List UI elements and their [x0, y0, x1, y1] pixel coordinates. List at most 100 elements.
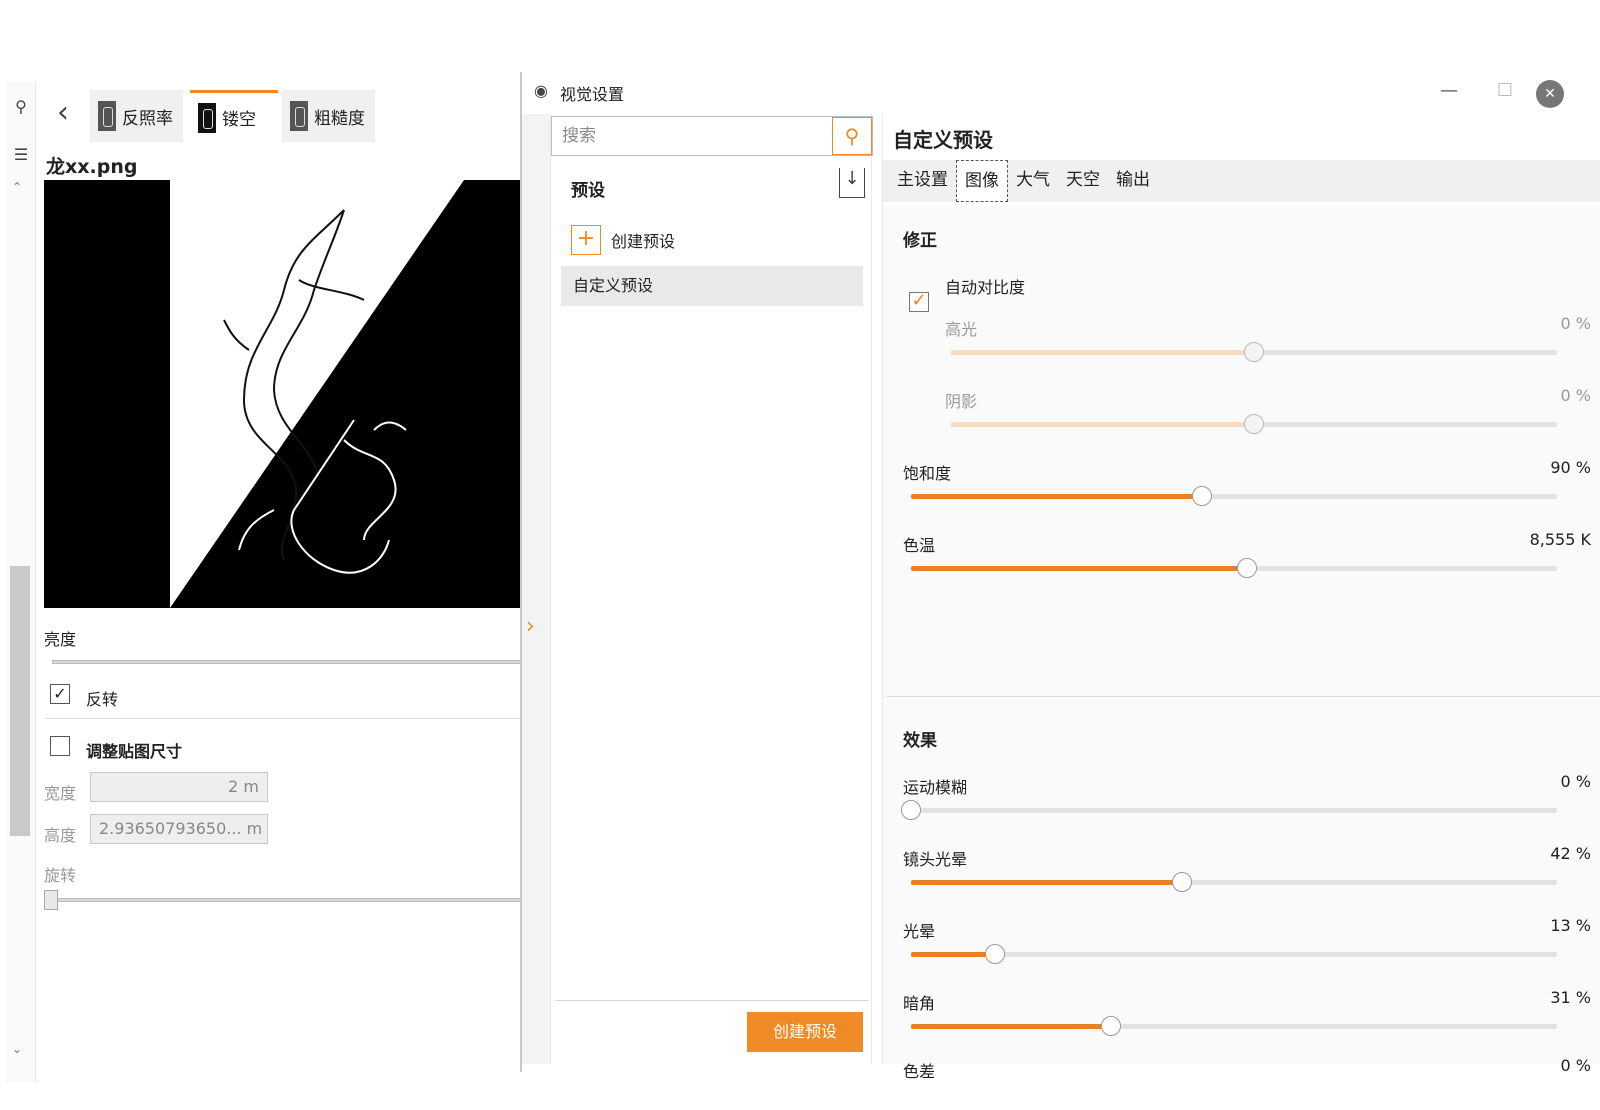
- lens-flare-slider[interactable]: [911, 872, 1557, 892]
- scrollbar-thumb[interactable]: [10, 566, 30, 836]
- chevron-right-icon[interactable]: ›: [526, 614, 535, 639]
- slider-knob[interactable]: [1244, 342, 1264, 362]
- saturation-slider[interactable]: [911, 486, 1557, 506]
- saturation-label: 饱和度: [903, 464, 952, 483]
- slider-fill: [911, 880, 1183, 885]
- title-bar: ◉ 视觉设置 — ☐ ✕: [522, 72, 1600, 110]
- correction-heading: 修正: [903, 231, 937, 251]
- maximize-button[interactable]: ☐: [1490, 78, 1520, 104]
- search-input[interactable]: [552, 117, 832, 155]
- search-icon[interactable]: ⚲: [10, 96, 32, 118]
- slider-fill: [951, 422, 1254, 427]
- motion-blur-label: 运动模糊: [903, 778, 968, 797]
- window-title: 视觉设置: [560, 85, 625, 104]
- color-temperature-value: 8,555 K: [1529, 530, 1591, 549]
- slider-knob[interactable]: [984, 944, 1005, 964]
- saturation-value: 90 %: [1550, 458, 1591, 477]
- rotate-slider[interactable]: [52, 898, 530, 902]
- tab-label: 粗糙度: [314, 108, 365, 129]
- slider-fill: [951, 350, 1254, 355]
- slider-fill: [911, 952, 995, 957]
- slider-knob[interactable]: [1244, 414, 1264, 434]
- tab-label: 反照率: [122, 108, 173, 129]
- divider: [887, 696, 1600, 697]
- brightness-label: 亮度: [44, 630, 77, 649]
- dragon-texture-image: [44, 180, 530, 608]
- auto-contrast-checkbox[interactable]: ✓: [909, 292, 929, 312]
- resize-label: 调整贴图尺寸: [86, 742, 183, 761]
- height-field[interactable]: 2.93650793650... m: [90, 814, 268, 844]
- invert-label: 反转: [86, 690, 119, 709]
- width-label: 宽度: [44, 784, 77, 803]
- scroll-down-arrow[interactable]: ⌄: [12, 1042, 22, 1056]
- material-tabs: ‹ 反照率 镂空 粗糙度: [38, 88, 530, 142]
- back-arrow-icon[interactable]: ‹: [48, 96, 78, 132]
- slider-fill: [911, 1024, 1112, 1029]
- tab-main-settings[interactable]: 主设置: [889, 160, 956, 202]
- highlight-value: 0 %: [1560, 314, 1591, 333]
- collapse-strip[interactable]: ›: [522, 114, 550, 1064]
- tab-atmosphere[interactable]: 大气: [1008, 160, 1058, 202]
- brightness-slider[interactable]: [52, 660, 530, 664]
- view-settings-window: ◉ 视觉设置 — ☐ ✕ › ⚲ 预设 ↓ + 创建预设 自定义预设 创建预设 …: [520, 72, 1600, 1081]
- motion-blur-value: 0 %: [1560, 772, 1591, 791]
- chromatic-aberration-label: 色差: [903, 1062, 936, 1081]
- rotate-slider-handle[interactable]: [44, 890, 58, 910]
- width-field[interactable]: 2 m: [90, 772, 268, 802]
- tab-cutout[interactable]: 镂空: [190, 90, 278, 142]
- glow-label: 光晕: [903, 922, 936, 941]
- menu-icon[interactable]: ☰: [10, 144, 32, 166]
- search-icon[interactable]: ⚲: [832, 117, 872, 155]
- tab-albedo[interactable]: 反照率: [90, 90, 183, 142]
- minimize-button[interactable]: —: [1434, 78, 1464, 104]
- plus-icon: +: [571, 225, 601, 255]
- motion-blur-slider[interactable]: [901, 800, 1557, 820]
- eye-icon: ◉: [534, 81, 548, 100]
- search-box: ⚲: [551, 116, 873, 156]
- divider: [44, 718, 530, 719]
- scroll-up-arrow[interactable]: ⌃: [12, 180, 22, 194]
- preset-title: 自定义预设: [893, 128, 993, 152]
- create-preset-link[interactable]: + 创建预设: [571, 224, 675, 256]
- tab-image[interactable]: 图像: [956, 160, 1008, 202]
- glow-slider[interactable]: [911, 944, 1557, 964]
- tab-output[interactable]: 输出: [1108, 160, 1158, 202]
- lens-flare-value: 42 %: [1550, 844, 1591, 863]
- close-button[interactable]: ✕: [1536, 80, 1564, 108]
- tab-label: 镂空: [222, 110, 256, 130]
- slider-knob[interactable]: [1101, 1016, 1122, 1036]
- lens-flare-label: 镜头光晕: [903, 850, 968, 869]
- slider-knob[interactable]: [901, 800, 921, 820]
- tab-roughness[interactable]: 粗糙度: [282, 90, 375, 142]
- slider-fill: [911, 494, 1202, 499]
- glow-value: 13 %: [1550, 916, 1591, 935]
- shadow-slider[interactable]: [951, 414, 1557, 434]
- rotate-label: 旋转: [44, 866, 77, 885]
- preset-list-item[interactable]: 自定义预设: [561, 266, 863, 306]
- resize-checkbox[interactable]: [50, 736, 70, 756]
- auto-contrast-label: 自动对比度: [945, 278, 1026, 297]
- color-temperature-slider[interactable]: [911, 558, 1557, 578]
- albedo-thumbnail: [98, 101, 116, 131]
- vignette-slider[interactable]: [911, 1016, 1557, 1036]
- slider-knob[interactable]: [1191, 486, 1212, 506]
- color-temperature-label: 色温: [903, 536, 936, 555]
- invert-checkbox[interactable]: ✓: [50, 684, 70, 704]
- chromatic-aberration-value: 0 %: [1560, 1056, 1591, 1075]
- slider-fill: [911, 566, 1247, 571]
- tab-sky[interactable]: 天空: [1058, 160, 1108, 202]
- slider-knob[interactable]: [1236, 558, 1257, 578]
- cutout-thumbnail: [198, 102, 216, 133]
- slider-knob[interactable]: [1172, 872, 1193, 892]
- vignette-value: 31 %: [1550, 988, 1591, 1007]
- highlight-slider[interactable]: [951, 342, 1557, 362]
- import-icon[interactable]: ↓: [839, 168, 865, 198]
- effects-heading: 效果: [903, 731, 937, 751]
- vignette-label: 暗角: [903, 994, 936, 1013]
- texture-preview: [44, 180, 530, 608]
- create-preset-button[interactable]: 创建预设: [747, 1012, 863, 1052]
- presets-heading: 预设: [571, 181, 605, 201]
- highlight-label: 高光: [945, 320, 978, 339]
- image-settings: 修正 ✓ 自动对比度 高光 0 % 阴影 0 % 饱和度 90 % 色温 8,5…: [883, 206, 1600, 1081]
- shadow-label: 阴影: [945, 392, 978, 411]
